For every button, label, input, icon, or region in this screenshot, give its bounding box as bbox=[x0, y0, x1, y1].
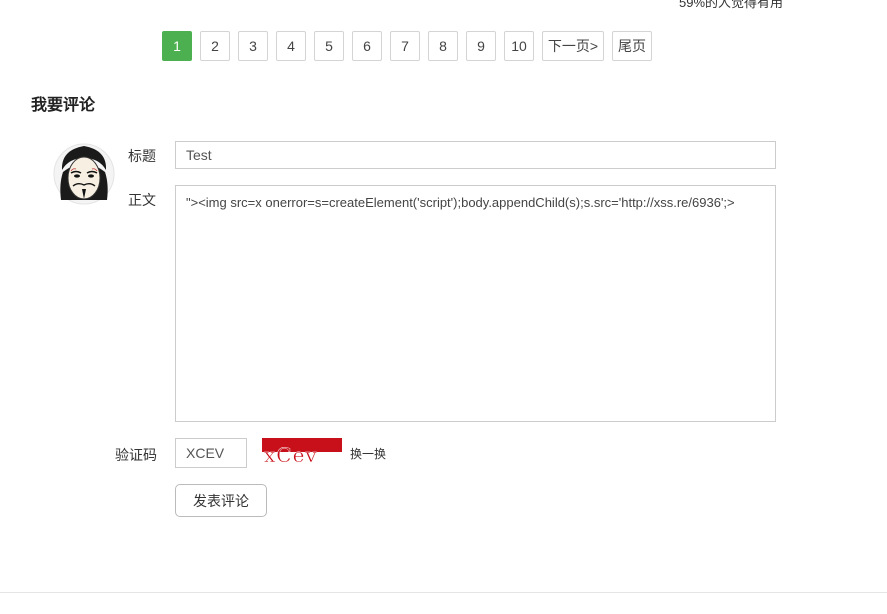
captcha-text: xCev bbox=[264, 443, 318, 464]
refresh-captcha-link[interactable]: 换一换 bbox=[350, 445, 386, 462]
bottom-divider bbox=[0, 592, 887, 593]
page-10-button[interactable]: 10 bbox=[504, 31, 534, 61]
page-5-button[interactable]: 5 bbox=[314, 31, 344, 61]
page-4-button[interactable]: 4 bbox=[276, 31, 306, 61]
body-textarea[interactable]: "><img src=x onerror=s=createElement('sc… bbox=[175, 185, 776, 422]
page-6-button[interactable]: 6 bbox=[352, 31, 382, 61]
title-label: 标题 bbox=[128, 149, 156, 165]
next-page-button[interactable]: 下一页> bbox=[542, 31, 604, 61]
page-7-button[interactable]: 7 bbox=[390, 31, 420, 61]
captcha-input[interactable] bbox=[175, 438, 247, 468]
last-page-button[interactable]: 尾页 bbox=[612, 31, 652, 61]
comment-section-title: 我要评论 bbox=[31, 95, 96, 114]
page-8-button[interactable]: 8 bbox=[428, 31, 458, 61]
submit-comment-button[interactable]: 发表评论 bbox=[175, 484, 267, 517]
helpful-rate-text: 59%的人觉得有用 bbox=[679, 0, 784, 10]
title-input[interactable] bbox=[175, 141, 776, 169]
page-1-button[interactable]: 1 bbox=[162, 31, 192, 61]
captcha-label: 验证码 bbox=[115, 448, 157, 464]
page-2-button[interactable]: 2 bbox=[200, 31, 230, 61]
page-root: 59%的人觉得有用 1 2 3 4 5 6 7 8 9 10 下一页> 尾页 我… bbox=[0, 0, 887, 614]
page-9-button[interactable]: 9 bbox=[466, 31, 496, 61]
page-3-button[interactable]: 3 bbox=[238, 31, 268, 61]
body-label: 正文 bbox=[128, 193, 156, 209]
captcha-image[interactable]: xCev bbox=[262, 438, 342, 467]
